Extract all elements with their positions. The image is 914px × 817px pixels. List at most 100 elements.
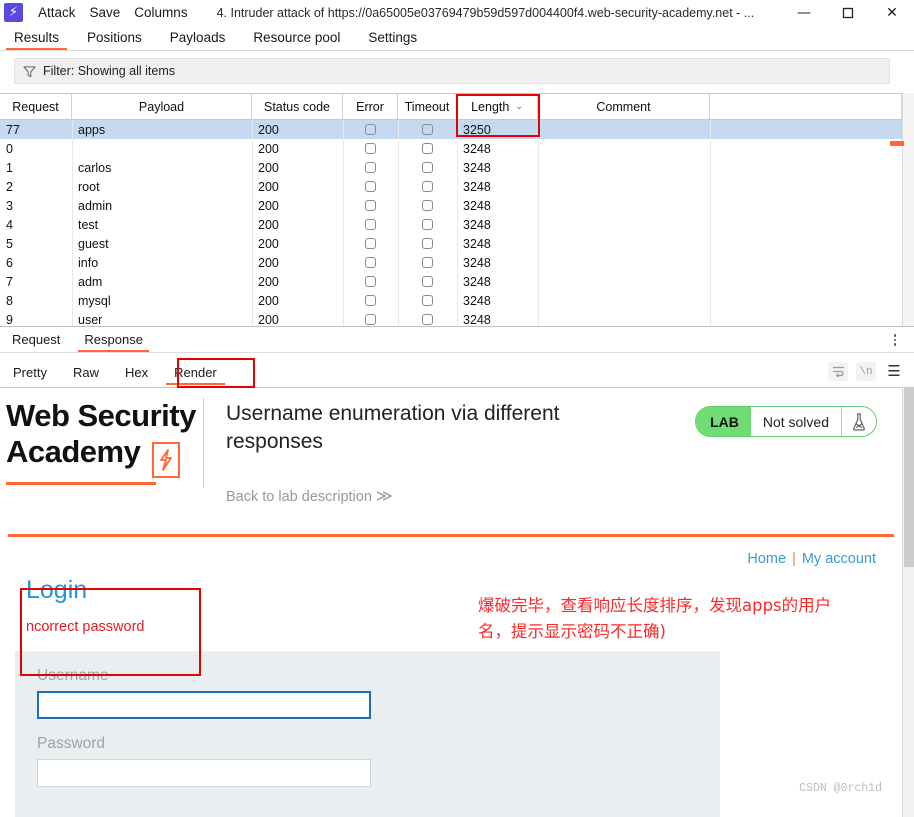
table-row[interactable]: 0 200 3248 — [0, 139, 914, 158]
error-checkbox-icon[interactable] — [365, 124, 376, 135]
column-header-payload[interactable]: Payload — [72, 94, 252, 119]
tab-results[interactable]: Results — [0, 29, 73, 50]
view-tab-render[interactable]: Render — [161, 363, 230, 386]
column-header-spare[interactable] — [710, 94, 902, 119]
timeout-checkbox-icon[interactable] — [422, 314, 433, 325]
nav-home-link[interactable]: Home — [747, 551, 786, 567]
cell-timeout-checkbox[interactable] — [398, 253, 457, 272]
cell-error-checkbox[interactable] — [343, 158, 398, 177]
column-header-comment[interactable]: Comment — [538, 94, 710, 119]
error-checkbox-icon[interactable] — [365, 181, 376, 192]
menu-columns[interactable]: Columns — [127, 3, 194, 22]
timeout-checkbox-icon[interactable] — [422, 257, 433, 268]
cell-comment — [538, 139, 710, 158]
password-input[interactable] — [37, 759, 371, 787]
cell-error-checkbox[interactable] — [343, 196, 398, 215]
table-row[interactable]: 2 root 200 3248 — [0, 177, 914, 196]
table-row[interactable]: 7 adm 200 3248 — [0, 272, 914, 291]
cell-timeout-checkbox[interactable] — [398, 196, 457, 215]
column-header-request[interactable]: Request — [0, 94, 72, 119]
cell-error-checkbox[interactable] — [343, 139, 398, 158]
timeout-checkbox-icon[interactable] — [422, 200, 433, 211]
error-checkbox-icon[interactable] — [365, 162, 376, 173]
timeout-checkbox-icon[interactable] — [422, 181, 433, 192]
table-row[interactable]: 4 test 200 3248 — [0, 215, 914, 234]
timeout-checkbox-icon[interactable] — [422, 162, 433, 173]
cell-timeout-checkbox[interactable] — [398, 272, 457, 291]
error-checkbox-icon[interactable] — [365, 219, 376, 230]
cell-error-checkbox[interactable] — [343, 253, 398, 272]
filter-bar[interactable]: Filter: Showing all items — [14, 58, 890, 84]
cell-error-checkbox[interactable] — [343, 291, 398, 310]
column-header-error[interactable]: Error — [343, 94, 398, 119]
table-row[interactable]: 77 apps 200 3250 — [0, 120, 914, 139]
cell-timeout-checkbox[interactable] — [398, 291, 457, 310]
menu-attack[interactable]: Attack — [31, 3, 83, 22]
cell-error-checkbox[interactable] — [343, 310, 398, 326]
render-scrollbar[interactable] — [902, 387, 914, 817]
maximize-button[interactable] — [826, 0, 870, 25]
view-tab-pretty[interactable]: Pretty — [0, 363, 60, 386]
table-row[interactable]: 5 guest 200 3248 — [0, 234, 914, 253]
error-checkbox-icon[interactable] — [365, 238, 376, 249]
username-input[interactable] — [37, 691, 371, 719]
timeout-checkbox-icon[interactable] — [422, 143, 433, 154]
render-scrollbar-thumb[interactable] — [904, 387, 914, 567]
tab-response[interactable]: Response — [72, 330, 155, 352]
cell-timeout-checkbox[interactable] — [398, 158, 457, 177]
timeout-checkbox-icon[interactable] — [422, 219, 433, 230]
timeout-checkbox-icon[interactable] — [422, 276, 433, 287]
tab-settings[interactable]: Settings — [354, 29, 431, 50]
tab-positions[interactable]: Positions — [73, 29, 156, 50]
minimize-button[interactable]: — — [782, 0, 826, 25]
cell-timeout-checkbox[interactable] — [398, 234, 457, 253]
column-header-length[interactable]: Length ⌄ — [457, 94, 538, 119]
column-divider — [252, 310, 253, 326]
cell-error-checkbox[interactable] — [343, 234, 398, 253]
close-button[interactable]: ✕ — [870, 0, 914, 25]
cell-error-checkbox[interactable] — [343, 177, 398, 196]
timeout-checkbox-icon[interactable] — [422, 124, 433, 135]
nav-my-account-link[interactable]: My account — [802, 551, 876, 567]
column-divider — [398, 253, 399, 272]
column-divider — [457, 196, 458, 215]
cell-payload: test — [78, 217, 99, 232]
word-wrap-icon[interactable] — [828, 362, 848, 381]
cell-error-checkbox[interactable] — [343, 215, 398, 234]
results-scrollbar[interactable] — [902, 93, 914, 326]
timeout-checkbox-icon[interactable] — [422, 238, 433, 249]
cell-error-checkbox[interactable] — [343, 120, 398, 139]
cell-timeout-checkbox[interactable] — [398, 310, 457, 326]
cell-error-checkbox[interactable] — [343, 272, 398, 291]
table-row[interactable]: 3 admin 200 3248 — [0, 196, 914, 215]
error-checkbox-icon[interactable] — [365, 257, 376, 268]
error-checkbox-icon[interactable] — [365, 143, 376, 154]
tab-resource-pool[interactable]: Resource pool — [239, 29, 354, 50]
error-checkbox-icon[interactable] — [365, 295, 376, 306]
cell-timeout-checkbox[interactable] — [398, 215, 457, 234]
view-tab-hex[interactable]: Hex — [112, 363, 161, 386]
newline-icon[interactable]: \n — [856, 362, 876, 381]
hamburger-menu-icon[interactable]: ☰ — [884, 362, 904, 381]
back-to-lab-description-link[interactable]: Back to lab description ≫ — [226, 486, 902, 506]
error-checkbox-icon[interactable] — [365, 200, 376, 211]
menu-save[interactable]: Save — [83, 3, 128, 22]
cell-timeout-checkbox[interactable] — [398, 139, 457, 158]
cell-timeout-checkbox[interactable] — [398, 120, 457, 139]
view-tab-raw[interactable]: Raw — [60, 363, 112, 386]
timeout-checkbox-icon[interactable] — [422, 295, 433, 306]
cell-timeout-checkbox[interactable] — [398, 177, 457, 196]
column-header-status[interactable]: Status code — [252, 94, 343, 119]
column-header-label: Timeout — [404, 99, 450, 114]
tab-request[interactable]: Request — [0, 330, 72, 352]
tab-payloads[interactable]: Payloads — [156, 29, 240, 50]
column-header-timeout[interactable]: Timeout — [398, 94, 457, 119]
overflow-menu-icon[interactable] — [888, 331, 902, 349]
error-checkbox-icon[interactable] — [365, 314, 376, 325]
error-checkbox-icon[interactable] — [365, 276, 376, 287]
table-row[interactable]: 6 info 200 3248 — [0, 253, 914, 272]
table-row[interactable]: 9 user 200 3248 — [0, 310, 914, 326]
table-row[interactable]: 8 mysql 200 3248 — [0, 291, 914, 310]
table-row[interactable]: 1 carlos 200 3248 — [0, 158, 914, 177]
column-divider — [538, 310, 539, 326]
